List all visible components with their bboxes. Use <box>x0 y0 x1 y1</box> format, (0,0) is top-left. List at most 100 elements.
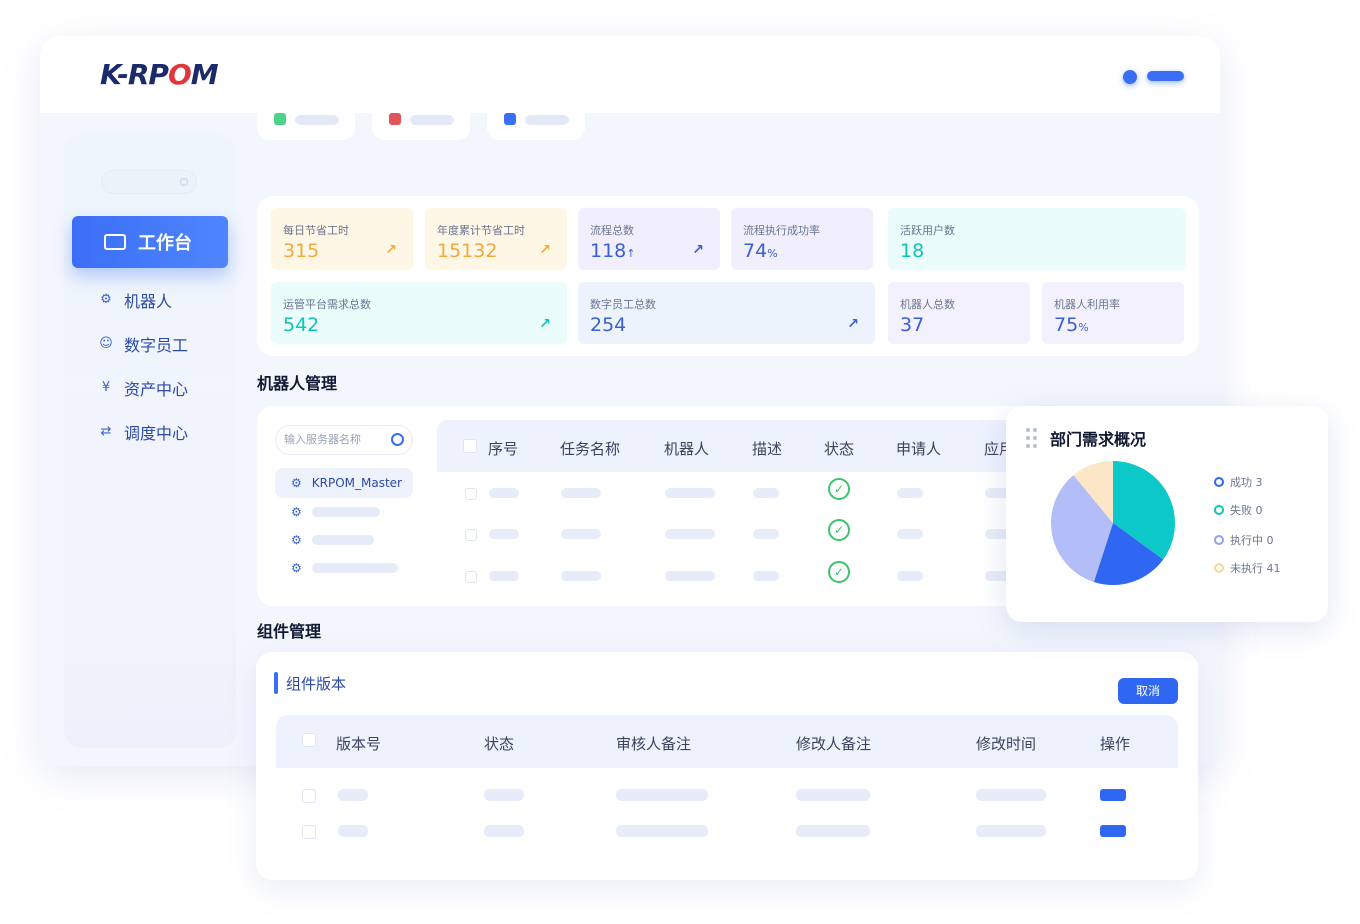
select-all-checkbox[interactable] <box>302 733 316 747</box>
table-cell-placeholder <box>489 488 519 498</box>
column-header[interactable]: 申请人 <box>896 438 941 459</box>
row-checkbox[interactable] <box>465 488 477 500</box>
table-cell-placeholder <box>561 571 601 581</box>
cancel-button[interactable]: 取消 <box>1118 678 1178 704</box>
table-cell-placeholder <box>897 571 923 581</box>
server-list-item[interactable]: ⚙ <box>291 561 409 575</box>
column-header[interactable]: 审核人备注 <box>616 733 691 754</box>
row-checkbox[interactable] <box>465 529 477 541</box>
sidebar: 工作台 ⚙ 机器人 ☺ 数字员工 ¥ 资产中心 ⇄ 调度中心 <box>64 134 236 748</box>
pie-chart <box>1051 461 1175 585</box>
sidebar-item-digital-staff[interactable]: ☺ 数字员工 <box>98 332 188 356</box>
sidebar-search-input[interactable] <box>101 170 197 194</box>
column-header[interactable]: 修改时间 <box>976 733 1036 754</box>
success-check-icon: ✓ <box>828 561 850 583</box>
stat-card[interactable]: 年度累计节省工时 15132 ↗ <box>425 208 567 270</box>
tab-component-version[interactable]: 组件版本 <box>286 673 346 694</box>
column-header[interactable]: 版本号 <box>336 733 381 754</box>
tab-indicator <box>274 672 278 694</box>
table-cell-placeholder <box>897 488 923 498</box>
legend-item[interactable]: 失败 0 <box>1214 502 1263 518</box>
robot-icon: ⚙ <box>100 292 112 307</box>
dispatch-icon: ⇄ <box>100 424 112 439</box>
stat-card[interactable]: 活跃用户数 18 <box>888 208 1186 270</box>
column-header[interactable]: 状态 <box>484 733 514 754</box>
user-name-placeholder[interactable] <box>1147 71 1184 81</box>
filter-chip-red[interactable] <box>372 98 470 140</box>
server-search-input[interactable]: 输入服务器名称 <box>275 425 413 455</box>
robot-icon: ⚙ <box>291 561 302 575</box>
drag-handle-icon[interactable] <box>1026 428 1038 448</box>
status-dot <box>274 113 286 125</box>
filter-chip-blue[interactable] <box>487 98 585 140</box>
row-checkbox[interactable] <box>302 825 316 839</box>
robot-icon: ⚙ <box>291 476 302 490</box>
stat-card[interactable]: 流程总数 118↑ ↗ <box>578 208 720 270</box>
server-list-item-active[interactable]: ⚙ KRPOM_Master <box>275 468 413 498</box>
stat-card[interactable]: 每日节省工时 315 ↗ <box>271 208 413 270</box>
server-list-item[interactable]: ⚙ <box>291 505 409 519</box>
top-bar: K-RPOM <box>40 36 1220 113</box>
sidebar-item-robot[interactable]: ⚙ 机器人 <box>98 288 172 312</box>
pie-card: 部门需求概况 成功 3 失败 0 执行中 0 未执行 41 <box>1006 406 1328 622</box>
filter-chip-green[interactable] <box>257 98 355 140</box>
stat-label: 年度累计节省工时 <box>437 224 525 237</box>
section-title-component: 组件管理 <box>257 618 321 642</box>
stat-label: 运管平台需求总数 <box>283 298 371 311</box>
column-header[interactable]: 任务名称 <box>560 438 620 459</box>
stat-value: 37 <box>900 314 925 336</box>
server-list-item[interactable]: ⚙ <box>291 533 409 547</box>
status-dot <box>504 113 516 125</box>
chip-label-placeholder <box>295 115 339 125</box>
row-action-button[interactable] <box>1100 789 1126 801</box>
table-cell-placeholder <box>665 488 715 498</box>
column-header[interactable]: 序号 <box>488 438 518 459</box>
table-cell-placeholder <box>753 571 779 581</box>
section-title-robot: 机器人管理 <box>257 370 337 394</box>
table-cell-placeholder <box>616 789 708 801</box>
stat-value: 75% <box>1054 314 1089 336</box>
stat-label: 机器人利用率 <box>1054 298 1120 311</box>
trend-up-icon: ↗ <box>385 242 397 258</box>
stat-value: 254 <box>590 314 627 336</box>
sidebar-item-workbench[interactable]: 工作台 <box>72 216 228 268</box>
stat-label: 流程总数 <box>590 224 634 237</box>
list-item-placeholder <box>311 507 380 517</box>
users-icon: ☺ <box>99 336 113 351</box>
select-all-checkbox[interactable] <box>463 439 477 453</box>
search-icon <box>391 433 404 446</box>
list-item-placeholder <box>311 563 398 573</box>
column-header[interactable]: 机器人 <box>664 438 709 459</box>
sidebar-item-dispatch-center[interactable]: ⇄ 调度中心 <box>98 420 188 444</box>
column-header[interactable]: 状态 <box>824 438 854 459</box>
user-avatar[interactable] <box>1123 70 1137 84</box>
row-checkbox[interactable] <box>302 789 316 803</box>
stat-card[interactable]: 机器人总数 37 <box>888 282 1030 344</box>
column-header[interactable]: 操作 <box>1100 733 1130 754</box>
legend-item[interactable]: 未执行 41 <box>1214 560 1281 576</box>
table-cell-placeholder <box>561 488 601 498</box>
column-header[interactable]: 描述 <box>752 438 782 459</box>
stat-card[interactable]: 流程执行成功率 74% <box>731 208 873 270</box>
sidebar-item-label: 工作台 <box>138 233 192 254</box>
table-cell-placeholder <box>753 529 779 539</box>
stat-card[interactable]: 运管平台需求总数 542 ↗ <box>271 282 567 344</box>
stat-label: 活跃用户数 <box>900 224 955 237</box>
table-cell-placeholder <box>489 571 519 581</box>
chip-label-placeholder <box>410 115 454 125</box>
list-item-placeholder <box>311 535 374 545</box>
stat-card[interactable]: 数字员工总数 254 ↗ <box>578 282 875 344</box>
logo[interactable]: K-RPOM <box>100 58 219 91</box>
row-checkbox[interactable] <box>465 571 477 583</box>
monitor-icon <box>104 234 126 250</box>
sidebar-item-asset-center[interactable]: ¥ 资产中心 <box>98 376 188 400</box>
column-header[interactable]: 修改人备注 <box>796 733 871 754</box>
search-icon <box>180 178 188 186</box>
stat-label: 数字员工总数 <box>590 298 656 311</box>
stat-card[interactable]: 机器人利用率 75% <box>1042 282 1184 344</box>
legend-item[interactable]: 执行中 0 <box>1214 532 1274 548</box>
legend-item[interactable]: 成功 3 <box>1214 474 1263 490</box>
row-action-button[interactable] <box>1100 825 1126 837</box>
trend-up-icon: ↗ <box>692 242 704 258</box>
table-cell-placeholder <box>484 789 524 801</box>
